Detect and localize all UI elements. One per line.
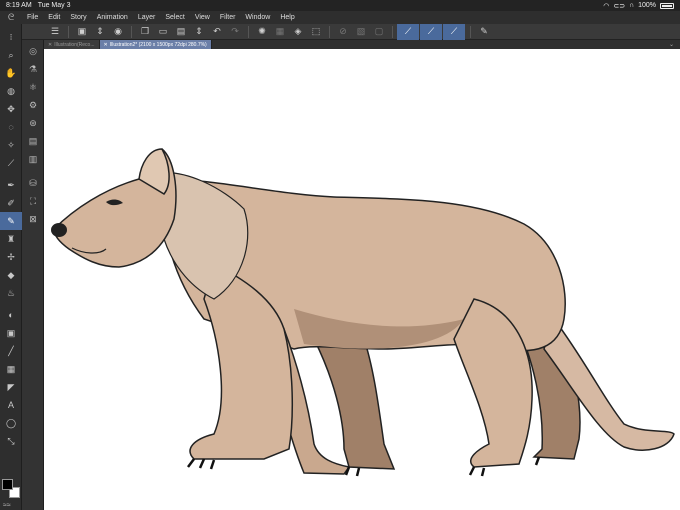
divider — [329, 25, 330, 38]
chevron-down-icon[interactable]: ⌄ — [669, 41, 674, 48]
divider — [392, 25, 393, 38]
close-icon[interactable]: ✕ — [48, 42, 52, 48]
menu-bar: ᘓ File Edit Story Animation Layer Select… — [0, 11, 680, 24]
menu-help[interactable]: Help — [275, 14, 299, 21]
subtool-5-icon[interactable]: ⊛ — [22, 114, 44, 132]
menu-window[interactable]: Window — [240, 14, 275, 21]
pen-icon[interactable]: ✒ — [0, 176, 22, 194]
divider — [68, 25, 69, 38]
animal-illustration — [51, 148, 675, 477]
divider — [248, 25, 249, 38]
lasso-icon[interactable]: ◌ — [0, 118, 22, 136]
clear-icon[interactable]: ▦ — [271, 25, 289, 39]
selection-mode-icon[interactable]: ▢ — [370, 25, 388, 39]
subtool-9-icon[interactable]: ⛶ — [22, 192, 44, 210]
new-icon[interactable]: ▣ — [73, 25, 91, 39]
menu-layer[interactable]: Layer — [133, 14, 161, 21]
color-swatches[interactable] — [2, 479, 20, 499]
ruler-icon[interactable]: ◤ — [0, 378, 22, 396]
app-logo-icon[interactable]: ᘓ — [0, 12, 22, 23]
menu-view[interactable]: View — [190, 14, 215, 21]
tab-label: Illustration2* (2100 x 1500px 72dpi 280.… — [109, 41, 207, 48]
menu-animation[interactable]: Animation — [92, 14, 133, 21]
open-folder-icon[interactable]: ▭ — [154, 25, 172, 39]
subtool-4-icon[interactable]: ⚙ — [22, 96, 44, 114]
subtool-2-icon[interactable]: ⚗ — [22, 60, 44, 78]
gradient-icon[interactable]: ▣ — [0, 324, 22, 342]
decoration-icon[interactable]: ✢ — [0, 248, 22, 266]
divider — [131, 25, 132, 38]
fill-bucket-icon[interactable]: ◈ — [289, 25, 307, 39]
tab-label: Illustration(Reco... — [54, 41, 95, 48]
battery-icon — [660, 2, 674, 9]
frame-icon[interactable]: ▦ — [0, 360, 22, 378]
drawing-canvas[interactable] — [44, 49, 680, 510]
collapse-icon[interactable]: ⁝ — [0, 28, 22, 46]
transform-icon[interactable]: ⬚ — [307, 25, 325, 39]
close-icon[interactable]: ✕ — [104, 42, 108, 48]
subtool-8-icon[interactable]: ⛁ — [22, 174, 44, 192]
menu-story[interactable]: Story — [65, 14, 91, 21]
invert-selection-icon[interactable]: ▧ — [352, 25, 370, 39]
foreground-color-swatch[interactable] — [2, 479, 13, 490]
subtool-6-icon[interactable]: ▤ — [22, 132, 44, 150]
magic-wand-icon[interactable]: ✧ — [0, 136, 22, 154]
subtool-10-icon[interactable]: ⊠ — [22, 210, 44, 228]
pencil-icon[interactable]: ✐ — [0, 194, 22, 212]
save-icon[interactable]: ▤ — [172, 25, 190, 39]
hand-icon[interactable]: ✋ — [0, 64, 22, 82]
blend-icon[interactable]: ♨ — [0, 284, 22, 302]
tab-illustration[interactable]: ✕ Illustration(Reco... — [44, 40, 100, 49]
menu-file[interactable]: File — [22, 14, 43, 21]
sub-tool-palette: ◎ ⚗ ⚛ ⚙ ⊛ ▤ ▥ ⛁ ⛶ ⊠ — [22, 40, 44, 510]
redo-icon[interactable]: ↷ — [226, 25, 244, 39]
stepper-icon[interactable]: ⇕ — [91, 25, 109, 39]
new-document-icon[interactable]: ❐ — [136, 25, 154, 39]
brush-icon[interactable]: ✎ — [0, 212, 22, 230]
command-bar: ☰ ▣ ⇕ ◉ ❐ ▭ ▤ ⇕ ↶ ↷ ✺ ▦ ◈ ⬚ ⊘ ▧ ▢ ⟋ ⟋ ⟋ … — [0, 23, 680, 40]
wifi-icon: ◠ — [603, 2, 610, 10]
status-time: 8:19 AM — [6, 2, 32, 9]
status-date: Tue May 3 — [37, 2, 71, 9]
transparent-color-icon[interactable]: ≈≈ — [3, 502, 11, 509]
text-icon[interactable]: A — [0, 396, 22, 414]
divider — [470, 25, 471, 38]
battery-percent: 100% — [638, 2, 656, 9]
airbrush-icon[interactable]: ♜ — [0, 230, 22, 248]
correct-line-icon[interactable]: ⤡ — [0, 432, 22, 450]
menu-filter[interactable]: Filter — [215, 14, 241, 21]
save-stepper-icon[interactable]: ⇕ — [190, 25, 208, 39]
subtool-1-icon[interactable]: ◎ — [22, 42, 44, 60]
eraser-icon[interactable]: ◆ — [0, 266, 22, 284]
snap-special-ruler-icon[interactable]: ⟋ — [420, 23, 442, 40]
fill-icon[interactable]: ◐ — [0, 306, 22, 324]
undo-icon[interactable]: ↶ — [208, 25, 226, 39]
status-bar: 8:19 AM Tue May 3 ◠ ⊂⊃ ∩ 100% — [0, 0, 680, 11]
rotate-icon[interactable]: ◍ — [0, 82, 22, 100]
snap-grid-icon[interactable]: ⟋ — [443, 23, 465, 40]
eyedropper-icon[interactable]: ⟋ — [0, 154, 22, 172]
tool-palette: ⁝ ⌕ ✋ ◍ ✥ ◌ ✧ ⟋ ✒ ✐ ✎ ♜ ✢ ◆ ♨ ◐ ▣ ╱ ▦ ◤ … — [0, 24, 22, 510]
snap-ruler-icon[interactable]: ⟋ — [397, 23, 419, 40]
deselect-icon[interactable]: ⊘ — [334, 25, 352, 39]
balloon-icon[interactable]: ◯ — [0, 414, 22, 432]
tab-illustration2[interactable]: ✕ Illustration2* (2100 x 1500px 72dpi 28… — [99, 40, 212, 49]
headphones-icon: ∩ — [629, 2, 635, 9]
menu-edit[interactable]: Edit — [43, 14, 65, 21]
document-tabs: ✕ Illustration(Reco... ✕ Illustration2* … — [44, 40, 680, 49]
figure-icon[interactable]: ╱ — [0, 342, 22, 360]
hamburger-menu-icon[interactable]: ☰ — [46, 25, 64, 39]
link-icon: ⊂⊃ — [613, 2, 626, 10]
companion-icon[interactable]: ◉ — [109, 25, 127, 39]
zoom-icon[interactable]: ⌕ — [0, 46, 22, 64]
subtool-7-icon[interactable]: ▥ — [22, 150, 44, 168]
edit-icon[interactable]: ✎ — [475, 25, 493, 39]
move-icon[interactable]: ✥ — [0, 100, 22, 118]
loading-icon[interactable]: ✺ — [253, 25, 271, 39]
menu-select[interactable]: Select — [160, 14, 189, 21]
subtool-3-icon[interactable]: ⚛ — [22, 78, 44, 96]
